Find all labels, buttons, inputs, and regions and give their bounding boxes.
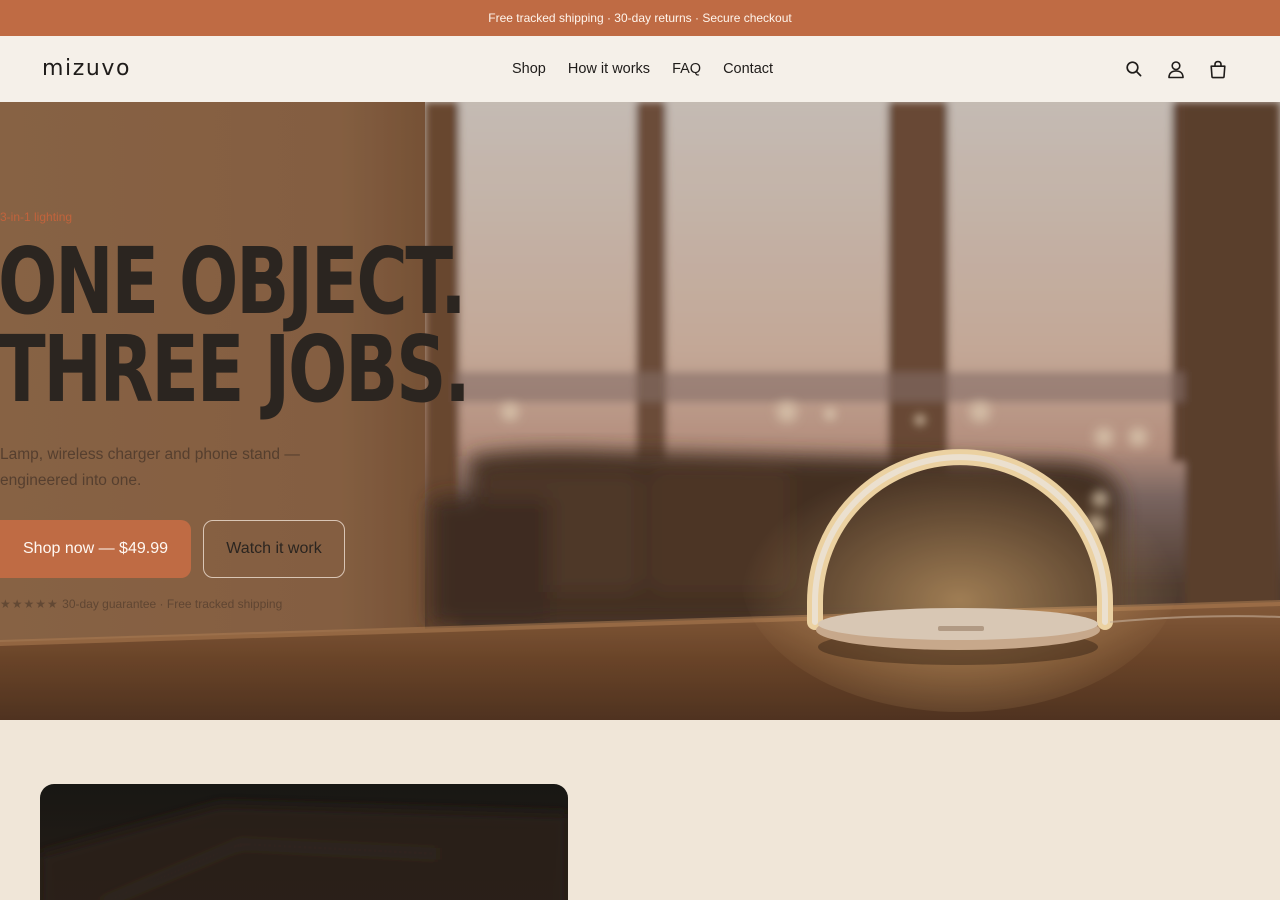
hero-section: 3-in-1 lighting ONE OBJECT. THREE JOBS. …	[0, 102, 1280, 720]
shop-now-button[interactable]: Shop now — $49.99	[0, 520, 191, 578]
main-nav: Shop How it works FAQ Contact	[512, 36, 795, 102]
search-icon[interactable]	[1124, 59, 1144, 79]
cart-icon[interactable]	[1208, 59, 1228, 79]
headline-line-2: THREE JOBS.	[0, 316, 471, 423]
hero-content: 3-in-1 lighting ONE OBJECT. THREE JOBS. …	[0, 102, 471, 720]
account-icon[interactable]	[1166, 59, 1186, 79]
features-section	[0, 720, 1280, 900]
hero-headline: ONE OBJECT. THREE JOBS.	[0, 228, 471, 423]
rating-stars: ★★★★★	[0, 597, 59, 611]
trust-line: ★★★★★ 30-day guarantee · Free tracked sh…	[0, 597, 282, 611]
header-icons	[1124, 36, 1228, 102]
feature-image-card	[40, 784, 568, 900]
nav-faq[interactable]: FAQ	[672, 61, 701, 77]
site-header: mizuvo Shop How it works FAQ Contact	[0, 36, 1280, 102]
watch-it-work-button[interactable]: Watch it work	[203, 520, 345, 578]
headline-line-1: ONE OBJECT.	[0, 228, 467, 335]
logo[interactable]: mizuvo	[42, 56, 131, 81]
hero-eyebrow: 3-in-1 lighting	[0, 210, 73, 224]
feature-card-image	[40, 804, 568, 900]
nav-how-it-works[interactable]: How it works	[568, 61, 650, 77]
announcement-bar: Free tracked shipping · 30-day returns ·…	[0, 0, 1280, 36]
nav-contact[interactable]: Contact	[723, 61, 773, 77]
announcement-text: Free tracked shipping · 30-day returns ·…	[488, 11, 792, 25]
trust-text: 30-day guarantee · Free tracked shipping	[62, 597, 283, 611]
nav-shop[interactable]: Shop	[512, 61, 546, 77]
hero-subtitle: Lamp, wireless charger and phone stand —…	[0, 446, 300, 489]
